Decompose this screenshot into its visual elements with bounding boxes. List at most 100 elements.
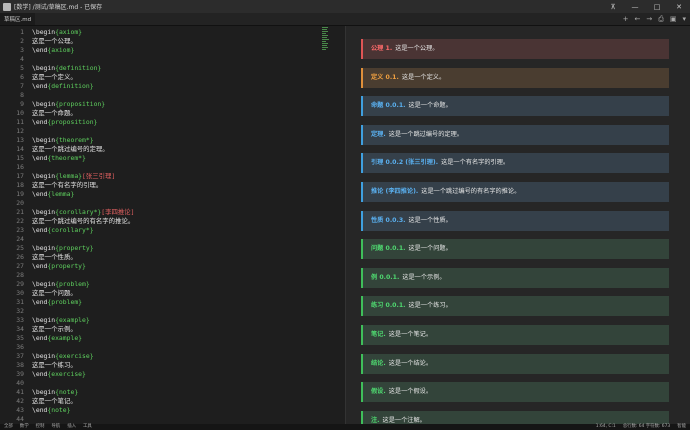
code-line[interactable]: 32 <box>0 307 345 315</box>
status-menu-item[interactable]: 全部 <box>4 424 13 430</box>
print-icon[interactable]: ⎙ <box>658 15 664 24</box>
card-text: 这是一个定义。 <box>401 73 446 81</box>
code-line[interactable]: 44 <box>0 415 345 423</box>
code-line[interactable]: 33 \begin{example} <box>0 316 345 324</box>
status-menu-item[interactable]: 插入 <box>67 424 76 430</box>
env-name: {theorem*} <box>47 154 86 162</box>
line-code: \begin{note} <box>32 388 78 396</box>
back-icon[interactable]: ← <box>635 15 641 23</box>
code-line[interactable]: 9 \begin{proposition} <box>0 100 345 108</box>
code-line[interactable]: 26 这是一个性质。 <box>0 253 345 261</box>
line-code: 这是一个跳过编号的定理。 <box>32 145 109 153</box>
code-line[interactable]: 7 \end{definition} <box>0 82 345 90</box>
preview-toggle-icon[interactable]: ▣ <box>670 15 677 23</box>
code-line[interactable]: 4 <box>0 55 345 63</box>
code-line[interactable]: 37 \begin{exercise} <box>0 352 345 360</box>
dropdown-icon[interactable]: ▾ <box>682 15 686 23</box>
code-line[interactable]: 16 <box>0 163 345 171</box>
code-line[interactable]: 34 这是一个示例。 <box>0 325 345 333</box>
input-mode[interactable]: 智能 <box>677 424 686 430</box>
code-line[interactable]: 1 \begin{axiom} <box>0 28 345 36</box>
code-line[interactable]: 5 \begin{definition} <box>0 64 345 72</box>
close-icon[interactable]: ✕ <box>668 0 690 13</box>
line-number: 16 <box>16 163 24 171</box>
code-line[interactable]: 30 这是一个问题。 <box>0 289 345 297</box>
line-code: \end{note} <box>32 406 70 414</box>
code-line[interactable]: 17 \begin{lemma}[张三引理] <box>0 172 345 180</box>
code-line[interactable]: 36 <box>0 343 345 351</box>
code-line[interactable]: 10 这是一个命题。 <box>0 109 345 117</box>
card-label: 引理 0.0.2 (张三引理). <box>371 159 439 167</box>
line-code: \begin{exercise} <box>32 352 94 360</box>
line-code: 这是一个练习。 <box>32 361 77 369</box>
card-text: 这是一个问题。 <box>408 245 452 253</box>
code-line[interactable]: 25 \begin{property} <box>0 244 345 252</box>
status-menu-item[interactable]: 控制 <box>36 424 45 430</box>
minimize-icon[interactable]: — <box>624 0 646 13</box>
line-number: 4 <box>20 55 24 63</box>
code-line[interactable]: 3 \end{axiom} <box>0 46 345 54</box>
card-label: 假设. <box>371 388 386 396</box>
code-line[interactable]: 20 <box>0 199 345 207</box>
code-line[interactable]: 31 \end{problem} <box>0 298 345 306</box>
code-text: \begin <box>32 208 56 216</box>
tab-draft[interactable]: 草稿区.md <box>0 13 36 25</box>
code-line[interactable]: 29 \begin{problem} <box>0 280 345 288</box>
status-menu-item[interactable]: 工具 <box>83 424 92 430</box>
code-line[interactable]: 39 \end{exercise} <box>0 370 345 378</box>
code-line[interactable]: 12 <box>0 127 345 135</box>
card-label: 定义 0.1. <box>371 73 399 81</box>
code-editor[interactable]: 1 \begin{axiom} 2 这是一个公理。 3 \end{axiom} 4 5 \beg… <box>0 26 345 424</box>
env-name: {exercise} <box>47 370 86 378</box>
code-line[interactable]: 14 这是一个跳过编号的定理。 <box>0 145 345 153</box>
code-line[interactable]: 22 这是一个跳过编号的有名字的推论。 <box>0 217 345 225</box>
card-text: 这是一个示例。 <box>402 273 446 281</box>
code-line[interactable]: 6 这是一个定义。 <box>0 73 345 81</box>
status-menu-item[interactable]: 导航 <box>51 424 60 430</box>
forward-icon[interactable]: → <box>646 15 652 23</box>
line-number: 12 <box>16 127 24 135</box>
code-line[interactable]: 13 \begin{theorem*} <box>0 136 345 144</box>
status-bar: 全部 数学 控制 导航 插入 工具 1:64, C:1 总行数: 64 字符数: 673 … <box>0 424 690 430</box>
maximize-icon[interactable]: □ <box>646 0 668 13</box>
card-label: 例 0.0.1. <box>371 273 400 281</box>
code-line[interactable]: 43 \end{note} <box>0 406 345 414</box>
code-line[interactable]: 42 这是一个笔记。 <box>0 397 345 405</box>
code-line[interactable]: 28 <box>0 271 345 279</box>
code-line[interactable]: 18 这是一个有名字的引理。 <box>0 181 345 189</box>
theorem-card: 命题 0.0.1. 这是一个命题。 <box>361 96 669 117</box>
code-line[interactable]: 2 这是一个公理。 <box>0 37 345 45</box>
code-line[interactable]: 41 \begin{note} <box>0 388 345 396</box>
card-text: 这是一个注解。 <box>382 416 426 424</box>
theorem-card: 结论. 这是一个结论。 <box>361 353 669 374</box>
line-code: \begin{lemma}[张三引理] <box>32 172 115 180</box>
code-line[interactable]: 21 \begin{corollary*}[李四推论] <box>0 208 345 216</box>
preview-pane: 公理 1. 这是一个公理。 定义 0.1. 这是一个定义。 命题 0.0.1. 这是一个命… <box>346 26 690 424</box>
line-number: 36 <box>16 343 24 351</box>
code-text: 这是一个性质。 <box>32 253 77 261</box>
status-menu-item[interactable]: 数学 <box>20 424 29 430</box>
line-code: \end{axiom} <box>32 46 74 54</box>
code-line[interactable]: 15 \end{theorem*} <box>0 154 345 162</box>
line-number: 21 <box>16 208 24 216</box>
line-number: 7 <box>20 82 24 90</box>
card-label: 推论 (李四推论). <box>371 188 419 195</box>
line-number: 26 <box>16 253 24 261</box>
code-line[interactable]: 35 \end{example} <box>0 334 345 342</box>
code-line[interactable]: 27 \end{property} <box>0 262 345 270</box>
code-line[interactable]: 8 <box>0 91 345 99</box>
env-name: {proposition} <box>55 100 106 108</box>
theorem-card: 问题 0.0.1. 这是一个问题。 <box>361 239 669 260</box>
pin-icon[interactable]: ⊼ <box>602 0 624 13</box>
code-text: 这是一个定义。 <box>32 73 77 81</box>
add-tab-icon[interactable]: + <box>623 15 629 23</box>
code-text: \end <box>32 262 48 270</box>
code-line[interactable]: 40 <box>0 379 345 387</box>
code-text: 这是一个公理。 <box>32 37 77 45</box>
code-line[interactable]: 11 \end{proposition} <box>0 118 345 126</box>
code-line[interactable]: 23 \end{corollary*} <box>0 226 345 234</box>
code-line[interactable]: 24 <box>0 235 345 243</box>
line-code: \begin{corollary*}[李四推论] <box>32 208 135 216</box>
code-line[interactable]: 19 \end{lemma} <box>0 190 345 198</box>
code-line[interactable]: 38 这是一个练习。 <box>0 361 345 369</box>
